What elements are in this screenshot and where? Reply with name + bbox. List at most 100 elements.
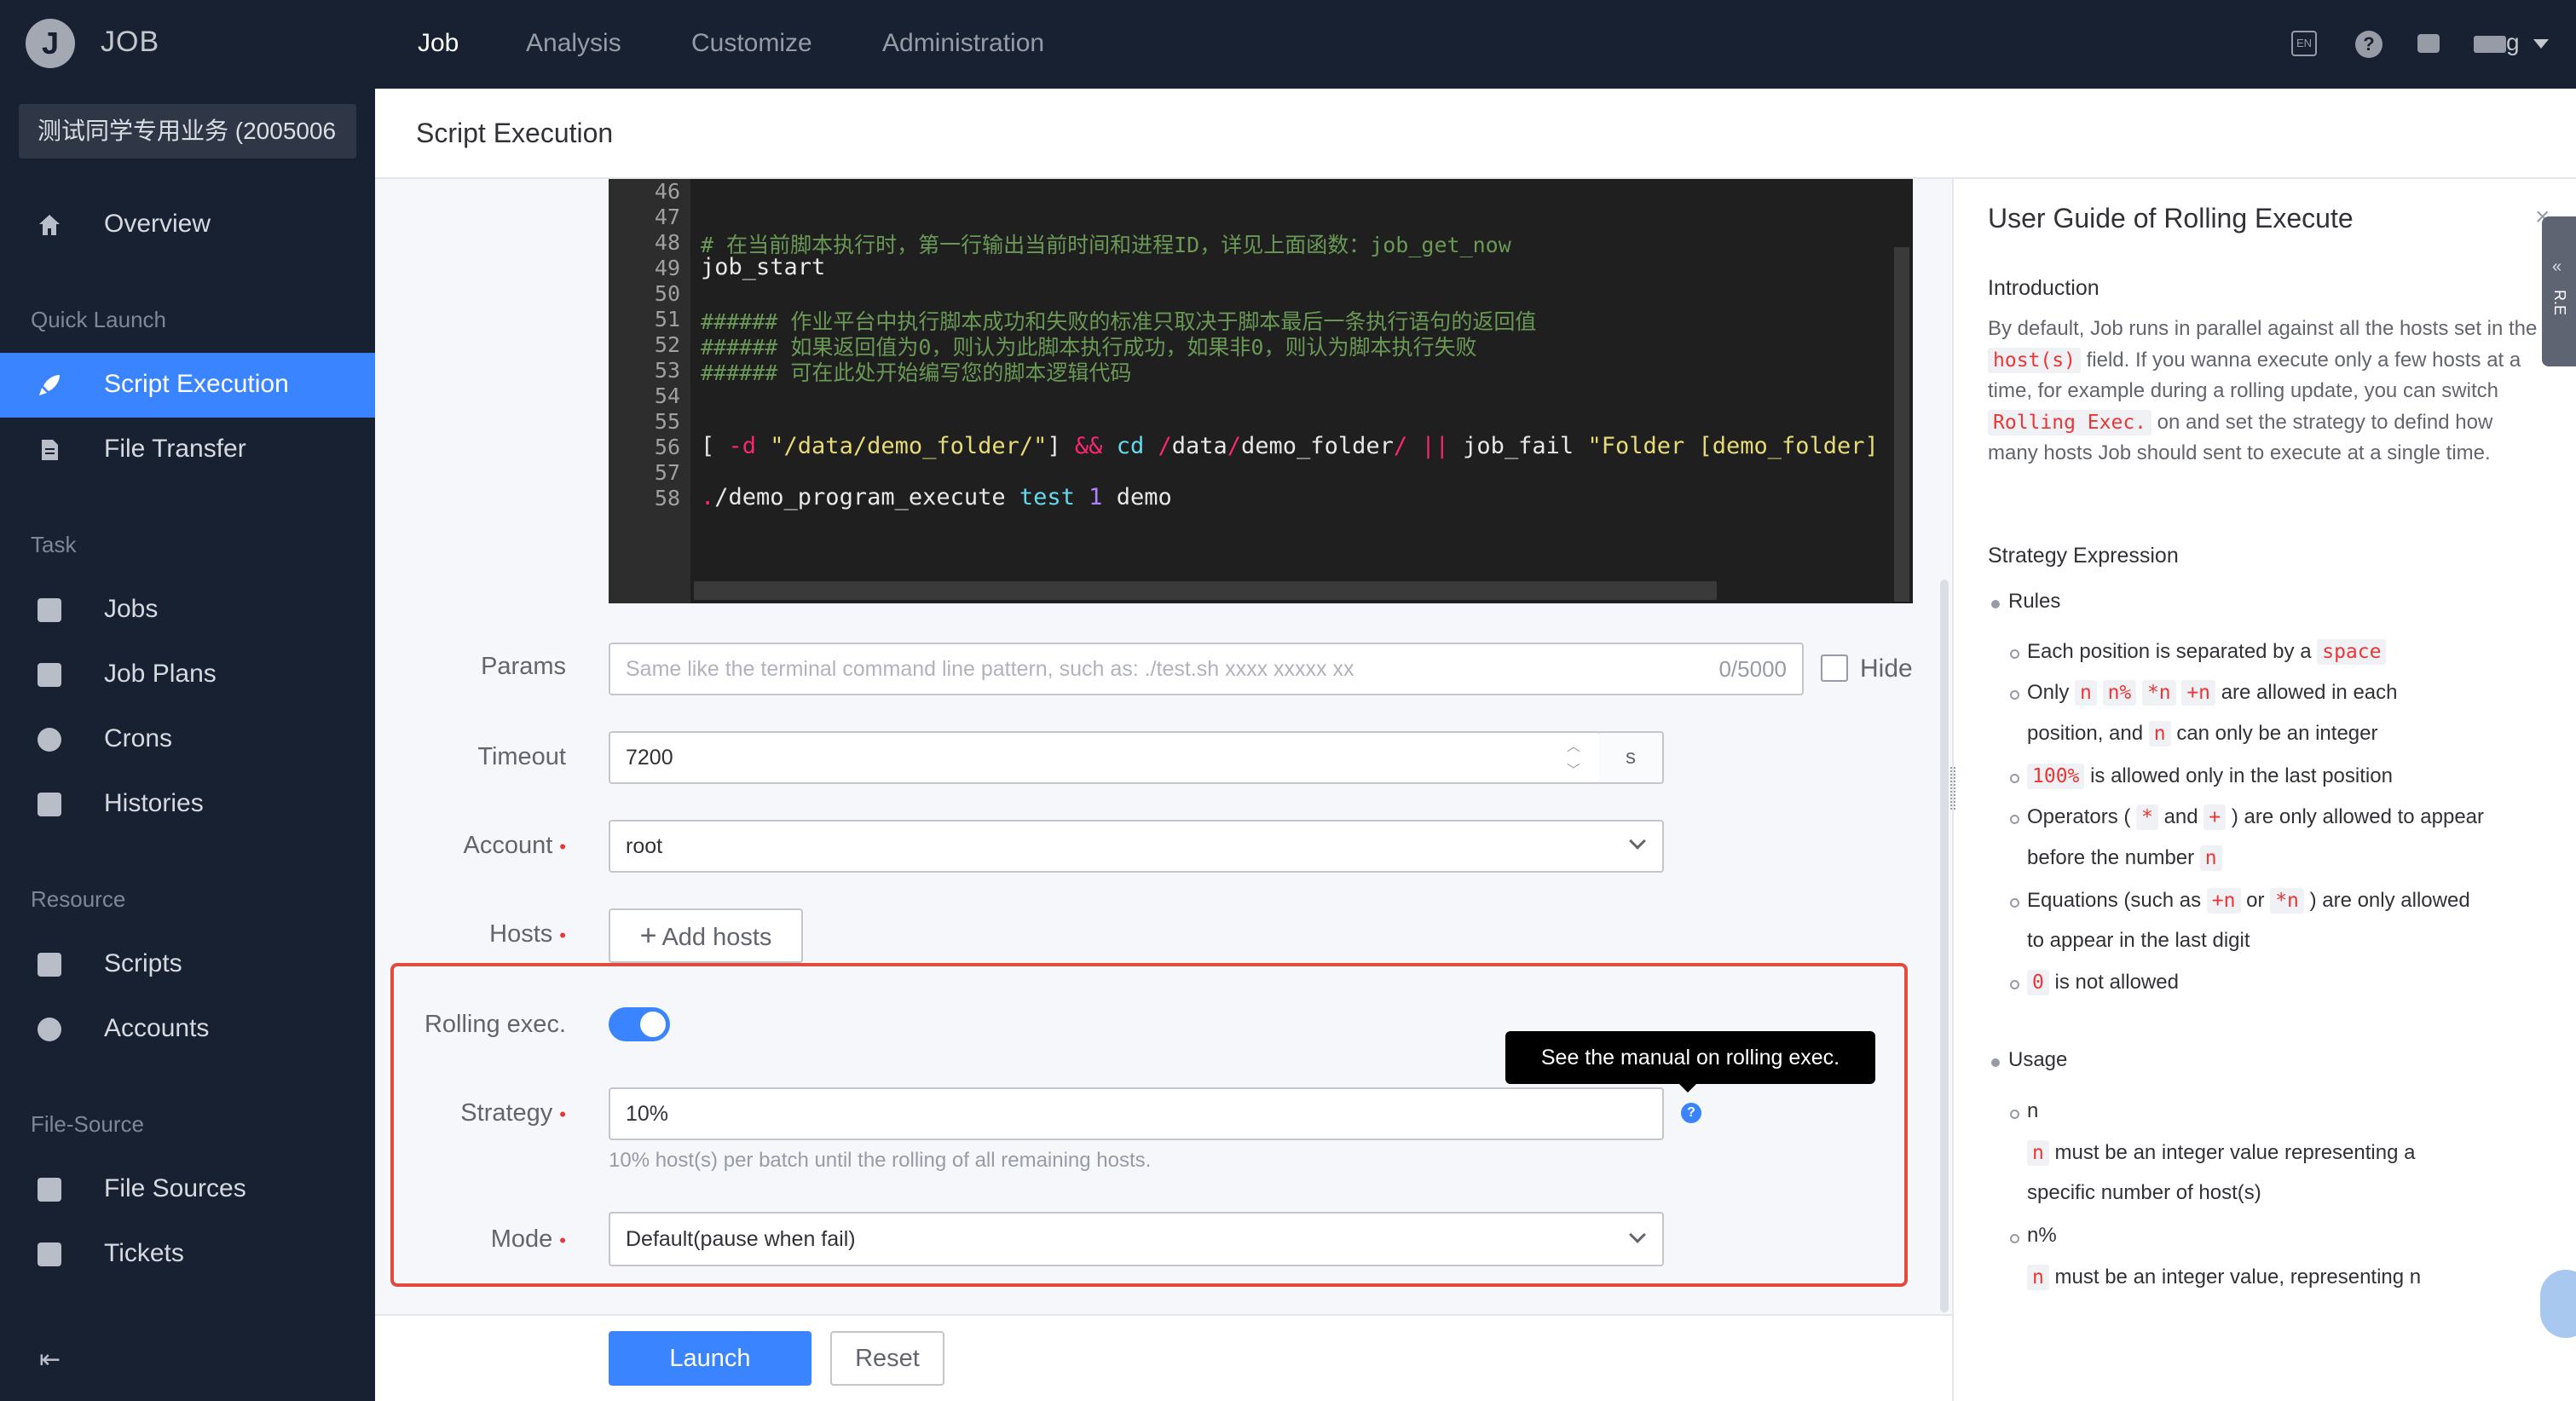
- params-input[interactable]: Same like the terminal command line patt…: [609, 643, 1804, 695]
- help-icon[interactable]: ?: [2355, 31, 2383, 58]
- code-token: demo_folder: [1241, 433, 1394, 459]
- bullet: [2010, 1234, 2019, 1243]
- strategy-input[interactable]: 10%: [609, 1087, 1664, 1140]
- mode-select[interactable]: Default(pause when fail): [609, 1212, 1664, 1266]
- chevron-down-icon[interactable]: [2533, 39, 2549, 49]
- bullet: [2010, 980, 2019, 989]
- bullet: [2010, 774, 2019, 783]
- hide-checkbox[interactable]: [1821, 654, 1848, 682]
- rule-text: Operators (: [2027, 805, 2131, 828]
- code-token: n: [2027, 1265, 2049, 1290]
- timeout-input[interactable]: 7200: [609, 731, 1601, 784]
- sidebar-item-overview[interactable]: Overview: [0, 193, 375, 257]
- code-token: +n: [2181, 680, 2216, 706]
- rule-text: Each position is separated by a: [2027, 640, 2312, 663]
- bullet: [2010, 649, 2019, 659]
- account-value: root: [626, 834, 663, 858]
- tooltip-arrow: [1679, 1084, 1696, 1093]
- panel-resize-handle[interactable]: [1950, 767, 1955, 810]
- language-icon[interactable]: EN: [2291, 31, 2317, 56]
- sidebar-item-script-execution[interactable]: Script Execution: [0, 353, 375, 418]
- code-token: /: [1158, 433, 1172, 459]
- guide-title: User Guide of Rolling Execute: [1988, 203, 2354, 234]
- rolling-exec-toggle[interactable]: [609, 1007, 670, 1041]
- line-number: 48: [654, 230, 680, 255]
- guide-collapse-tab[interactable]: « R.E: [2542, 216, 2576, 366]
- sidebar-item-histories[interactable]: Histories: [0, 772, 375, 837]
- nav-customize[interactable]: Customize: [691, 29, 812, 58]
- add-hosts-button[interactable]: + Add hosts: [609, 908, 803, 963]
- code-token: 0: [2027, 970, 2049, 995]
- add-hosts-label: Add hosts: [661, 924, 772, 951]
- usage-1-title: n: [2027, 1099, 2039, 1122]
- group-resource: Resource: [31, 886, 126, 912]
- sidebar-item-file-transfer[interactable]: File Transfer: [0, 418, 375, 482]
- strategy-label: Strategy •: [310, 1099, 566, 1127]
- reset-button[interactable]: Reset: [830, 1331, 944, 1386]
- intro-heading: Introduction: [1988, 276, 2099, 300]
- code-token: n: [2148, 721, 2171, 747]
- sidebar-item-file-sources[interactable]: File Sources: [0, 1157, 375, 1222]
- main-scrollbar[interactable]: [1940, 579, 1949, 1312]
- nav-job[interactable]: Job: [418, 29, 459, 58]
- account-select[interactable]: root: [609, 820, 1664, 873]
- code-token: *n: [2270, 888, 2304, 914]
- rule-text: are allowed in each: [2221, 681, 2398, 704]
- rule-text: ) are only allowed: [2309, 889, 2470, 912]
- history-icon: [38, 793, 61, 816]
- code-token: job_fail: [1448, 433, 1588, 459]
- increment-icon[interactable]: ︿: [1567, 735, 1580, 755]
- page-title: Script Execution: [416, 118, 614, 148]
- launch-button[interactable]: Launch: [609, 1331, 811, 1386]
- mode-value: Default(pause when fail): [626, 1227, 856, 1251]
- user-name[interactable]: g: [2506, 29, 2520, 56]
- message-icon[interactable]: [2417, 34, 2440, 53]
- business-selector[interactable]: 测试同学专用业务 (2005006: [19, 104, 356, 159]
- required-mark: •: [559, 836, 566, 857]
- home-icon: [38, 213, 61, 237]
- line-number: 52: [654, 332, 680, 357]
- sidebar-item-jobs[interactable]: Jobs: [0, 578, 375, 643]
- code-host: host(s): [1988, 347, 2081, 373]
- code-space: space: [2317, 639, 2387, 665]
- mode-label-text: Mode: [490, 1225, 553, 1253]
- clock-icon: [38, 728, 61, 752]
- sidebar-item-label: File Transfer: [104, 435, 246, 463]
- code-token: /: [1227, 433, 1242, 459]
- line-number: 47: [654, 205, 680, 229]
- decrement-icon[interactable]: ﹀: [1567, 758, 1580, 779]
- line-number: 49: [654, 256, 680, 280]
- nav-analysis[interactable]: Analysis: [526, 29, 621, 58]
- ticket-icon: [38, 1242, 61, 1266]
- bullet: [2010, 898, 2019, 908]
- code-token: .: [701, 484, 715, 510]
- script-editor[interactable]: 46 47 48 49 50 51 52 53 54 55 56 57 58 #…: [609, 179, 1913, 603]
- rule-3: 100% is allowed only in the last positio…: [2027, 764, 2393, 789]
- question-icon[interactable]: ?: [1681, 1103, 1701, 1123]
- user-avatar[interactable]: [2474, 36, 2506, 53]
- intro-text: By default, Job runs in parallel against…: [1988, 317, 2538, 340]
- rule-text: and: [2163, 805, 2198, 828]
- code-line: [ -d "/data/demo_folder/"] && cd /data/d…: [701, 433, 1879, 459]
- timeout-unit: s: [1599, 731, 1664, 784]
- strategy-value: 10%: [626, 1102, 669, 1126]
- sidebar-item-label: Overview: [104, 210, 211, 238]
- usage-text: must be an integer value, representing n: [2054, 1266, 2422, 1289]
- job-plans-icon: [38, 663, 61, 687]
- editor-horizontal-scrollbar[interactable]: [694, 581, 1717, 600]
- editor-vertical-scrollbar[interactable]: [1894, 247, 1909, 602]
- nav-administration[interactable]: Administration: [882, 29, 1044, 58]
- toggle-knob: [640, 1012, 666, 1037]
- intro-paragraph: By default, Job runs in parallel against…: [1988, 314, 2540, 470]
- line-number: 53: [654, 358, 680, 383]
- usage-heading: Usage: [2008, 1048, 2068, 1071]
- folder-icon: [38, 1178, 61, 1202]
- collapse-sidebar-icon[interactable]: ⇤: [39, 1345, 61, 1375]
- code-rolling: Rolling Exec.: [1988, 409, 2152, 435]
- job-logo-icon[interactable]: J: [26, 19, 75, 68]
- hide-label[interactable]: Hide: [1860, 654, 1913, 683]
- assistant-bot-icon[interactable]: [2540, 1270, 2576, 1338]
- rule-text: before the number: [2027, 846, 2195, 869]
- app-name[interactable]: JOB: [101, 26, 159, 59]
- code-token: cd: [1102, 433, 1158, 459]
